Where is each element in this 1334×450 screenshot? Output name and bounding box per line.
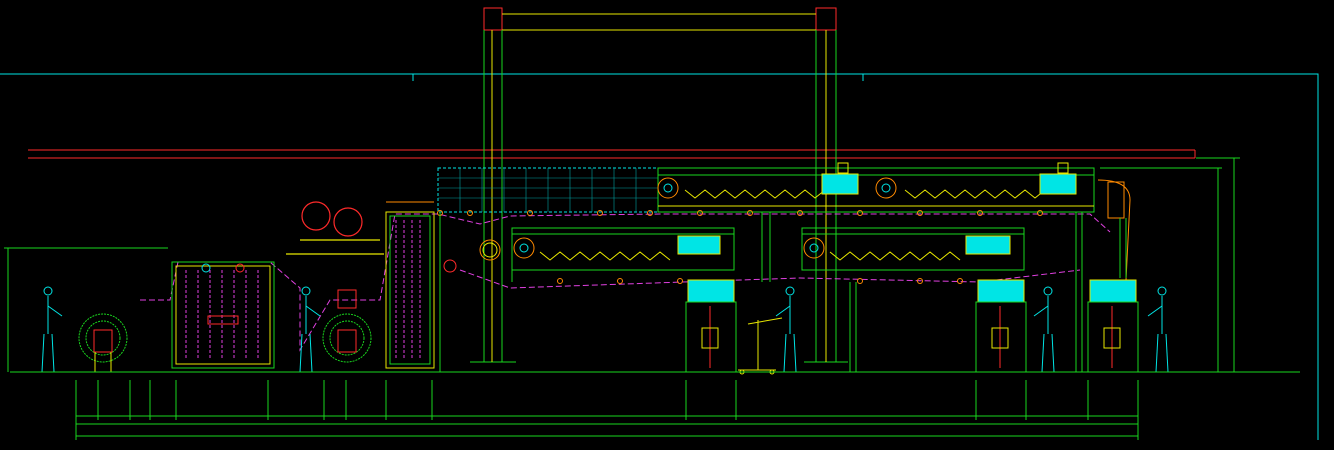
right-tower xyxy=(1075,179,1131,372)
dimension-lines xyxy=(4,157,1240,440)
tool-cart xyxy=(738,317,783,375)
operator-3 xyxy=(775,286,797,373)
operator-1 xyxy=(41,286,63,373)
coating-station-1 xyxy=(685,279,737,373)
lower-dryers xyxy=(511,227,1025,271)
accumulator-1 xyxy=(171,261,275,369)
cad-drawing xyxy=(0,7,1319,440)
cad-drawing-canvas xyxy=(0,0,1334,450)
overhead-rails xyxy=(28,149,1196,159)
upper-dryer xyxy=(437,162,1095,213)
gantry xyxy=(470,7,848,363)
unwind-stand-1 xyxy=(78,313,128,373)
coating-station-3 xyxy=(1087,279,1139,373)
coating-station-2 xyxy=(975,279,1027,373)
unwind-stand-2 xyxy=(322,289,372,373)
operator-2 xyxy=(299,286,321,373)
operator-5 xyxy=(1147,286,1169,373)
drive-drums xyxy=(286,201,384,255)
operator-4 xyxy=(1033,286,1055,373)
